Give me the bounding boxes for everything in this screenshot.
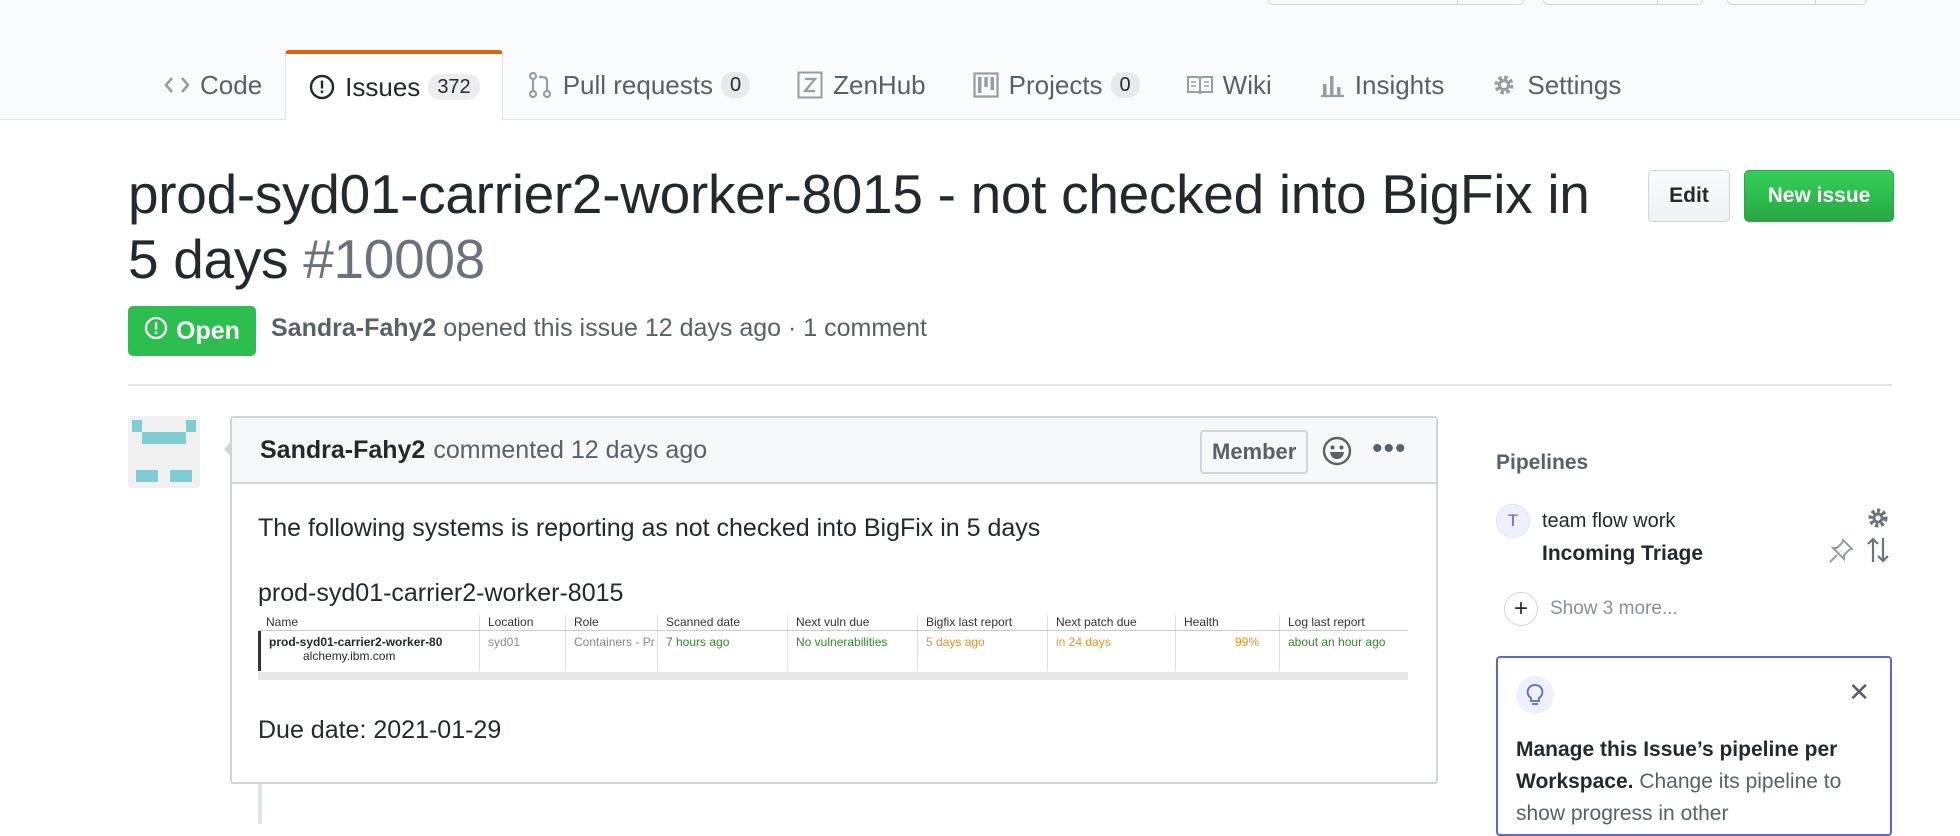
status-label: Open: [176, 316, 240, 345]
member-badge: Member: [1200, 430, 1309, 474]
sort-icon[interactable]: [1866, 536, 1890, 569]
more-options-icon[interactable]: •••: [1372, 432, 1407, 466]
issue-meta: Sandra-Fahy2 opened this issue 12 days a…: [271, 314, 927, 343]
issue-opened-icon: [144, 316, 168, 347]
issue-meta-text: opened this issue 12 days ago · 1 commen…: [443, 314, 927, 342]
edit-button[interactable]: Edit: [1648, 170, 1730, 222]
embedded-table-screenshot: Name Location Role Scanned date Next vul…: [258, 615, 1408, 680]
git-pull-request-icon: [526, 71, 554, 99]
fork-button-group[interactable]: [1727, 0, 1867, 5]
tab-label: Issues: [345, 71, 421, 102]
comment-author-link[interactable]: Sandra-Fahy2: [260, 436, 425, 465]
plus-icon[interactable]: +: [1504, 592, 1538, 626]
watch-button-group[interactable]: [1268, 0, 1524, 5]
snapshot-table-header: Name Location Role Scanned date Next vul…: [258, 615, 1408, 631]
graph-icon: [1318, 71, 1346, 99]
projects-count: 0: [1110, 72, 1140, 98]
lightbulb-icon: [1516, 676, 1554, 714]
issues-count: 372: [428, 74, 480, 100]
divider: [128, 384, 1892, 386]
snapshot-table-row: prod-syd01-carrier2-worker-80 alchemy.ib…: [258, 631, 1408, 671]
tab-code[interactable]: Code: [140, 50, 285, 120]
tab-label: ZenHub: [833, 69, 926, 100]
issue-number: #10008: [303, 228, 485, 290]
tab-insights[interactable]: Insights: [1295, 50, 1468, 120]
tab-label: Wiki: [1222, 69, 1272, 100]
tab-label: Code: [200, 69, 263, 100]
tab-pull-requests[interactable]: Pull requests 0: [503, 50, 773, 120]
comment-text-line1: The following systems is reporting as no…: [258, 514, 1041, 542]
author-link[interactable]: Sandra-Fahy2: [271, 314, 436, 342]
comment-text-line2: prod-syd01-carrier2-worker-8015: [258, 579, 624, 607]
comment-body: The following systems is reporting as no…: [232, 484, 1436, 774]
project-icon: [972, 71, 1000, 99]
workspace-name: team flow work: [1542, 510, 1676, 532]
gear-icon[interactable]: [1866, 506, 1890, 535]
workspace-avatar: T: [1496, 504, 1530, 538]
issue-opened-icon: [308, 73, 336, 101]
zenhub-icon: [796, 71, 824, 99]
repo-header: Code Issues 372 Pull requests 0 ZenHub P…: [0, 0, 1960, 121]
tab-issues[interactable]: Issues 372: [285, 50, 503, 121]
repo-nav-tabs: Code Issues 372 Pull requests 0 ZenHub P…: [140, 50, 1644, 121]
show-more-pipelines[interactable]: + Show 3 more...: [1504, 592, 1678, 626]
code-icon: [163, 71, 191, 99]
tab-settings[interactable]: Settings: [1467, 50, 1644, 120]
pull-requests-count: 0: [721, 72, 751, 98]
star-button-group[interactable]: [1543, 0, 1703, 5]
tab-label: Pull requests: [562, 69, 713, 100]
comment-text-line3: Due date: 2021-01-29: [258, 716, 502, 744]
zenhub-tip-card: ✕ Manage this Issue’s pipeline per Works…: [1496, 656, 1892, 836]
comment-box: Sandra-Fahy2 commented 12 days ago Membe…: [224, 416, 1438, 784]
issue-title: prod-syd01-carrier2-worker-8015 - not ch…: [128, 162, 1608, 292]
tab-label: Settings: [1527, 69, 1622, 100]
pin-icon[interactable]: [1828, 538, 1854, 569]
timeline-line: [258, 784, 262, 824]
new-issue-button[interactable]: New issue: [1744, 170, 1894, 222]
comment-timestamp[interactable]: commented 12 days ago: [433, 436, 707, 465]
tab-label: Insights: [1354, 69, 1445, 100]
status-badge: Open: [128, 306, 256, 356]
book-icon: [1186, 71, 1214, 99]
tab-wiki[interactable]: Wiki: [1163, 50, 1295, 120]
close-icon[interactable]: ✕: [1848, 676, 1870, 708]
gear-icon: [1490, 71, 1518, 99]
comment-header: Sandra-Fahy2 commented 12 days ago Membe…: [232, 418, 1436, 484]
pipeline-name[interactable]: Incoming Triage: [1542, 542, 1703, 566]
show-more-label[interactable]: Show 3 more...: [1550, 598, 1678, 620]
tab-zenhub[interactable]: ZenHub: [773, 50, 949, 120]
tab-projects[interactable]: Projects 0: [949, 50, 1163, 120]
pipelines-heading: Pipelines: [1496, 451, 1589, 474]
add-reaction-icon[interactable]: [1322, 436, 1352, 473]
tab-label: Projects: [1008, 69, 1103, 100]
avatar[interactable]: [128, 416, 200, 488]
